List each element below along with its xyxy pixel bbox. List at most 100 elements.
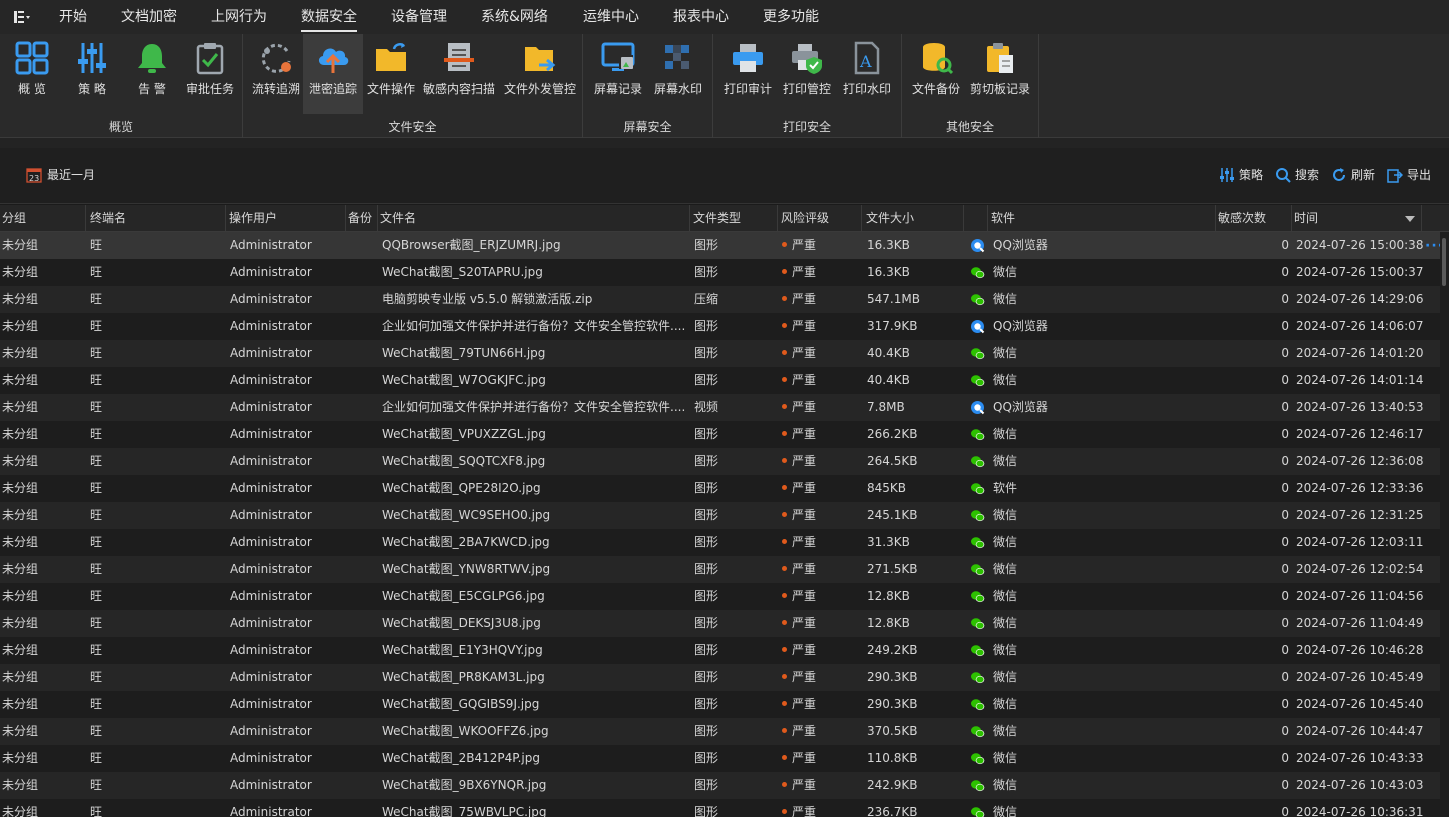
cell-sensitive-count: 0 [1281,670,1289,684]
refresh-action-button[interactable]: 刷新 [1331,166,1375,183]
menu-item[interactable]: 系统&网络 [481,0,548,34]
column-header-time[interactable]: 时间 [1292,205,1422,232]
table-row[interactable]: 未分组 旺 Administrator 电脑剪映专业版 v5.5.0 解锁激活版.zi… [0,286,1440,313]
table-row[interactable]: 未分组 旺 Administrator WeChat截图_WKOOFFZ6.jpg 图形… [0,718,1440,745]
cell-sensitive-count: 0 [1281,508,1289,522]
app-menu-button[interactable] [0,0,44,34]
column-header-filesize[interactable]: 文件大小 [862,205,964,232]
table-row[interactable]: 未分组 旺 Administrator WeChat截图_2B412P4P.jpg 图形… [0,745,1440,772]
alert-button[interactable]: 告 警 [128,34,176,114]
print-watermark-button-label: 打印水印 [842,82,891,96]
table-row[interactable]: 未分组 旺 Administrator WeChat截图_2BA7KWCD.jpg 图形… [0,529,1440,556]
cell-sensitive-count: 0 [1281,751,1289,765]
column-header-filetype[interactable]: 文件类型 [690,205,778,232]
cell-sensitive-count: 0 [1281,346,1289,360]
ribbon-group-file-security: 流转追溯 泄密追踪 文件操作 敏感内容扫描 文件外发管控 文件安全 [243,34,583,138]
table-row[interactable]: 未分组 旺 Administrator WeChat截图_E1Y3HQVY.jpg 图形… [0,637,1440,664]
column-header-sensitive-count[interactable]: 敏感次数 [1216,205,1292,232]
print-audit-button[interactable]: 打印审计 [721,34,775,114]
file-operation-button[interactable]: 文件操作 [365,34,417,114]
table-row[interactable]: 未分组 旺 Administrator WeChat截图_9BX6YNQR.jpg 图形… [0,772,1440,799]
cell-filetype: 图形 [694,454,719,468]
cell-sensitive-count: 0 [1281,238,1289,252]
column-header-group[interactable]: 分组 [0,205,86,232]
menu-item[interactable]: 报表中心 [673,0,729,34]
cell-sensitive-count: 0 [1281,697,1289,711]
cell-user: Administrator [230,697,312,711]
cell-time: 2024-07-26 10:45:40 [1296,697,1424,711]
table-row[interactable]: 未分组 旺 Administrator 企业如何加强文件保护并进行备份？文件安全管控软… [0,313,1440,340]
cell-sensitive-count: 0 [1281,562,1289,576]
column-header-backup[interactable]: 备份 [346,205,378,232]
print-control-button[interactable]: 打印管控 [779,34,835,114]
cell-time: 2024-07-26 10:43:33 [1296,751,1424,765]
table-row[interactable]: 未分组 旺 Administrator WeChat截图_DEKSJ3U8.jpg 图形… [0,610,1440,637]
table-row[interactable]: 未分组 旺 Administrator QQBrowser截图_ERJZUMRJ.jp… [0,232,1440,259]
risk-severity-dot-icon [782,377,787,382]
table-row[interactable]: 未分组 旺 Administrator WeChat截图_79TUN66H.jpg 图形… [0,340,1440,367]
clipboard-record-button[interactable]: 剪切板记录 [968,34,1032,114]
policy-button[interactable]: 策 略 [68,34,116,114]
cell-time: 2024-07-26 12:31:25 [1296,508,1424,522]
table-row[interactable]: 未分组 旺 Administrator WeChat截图_WC9SEHO0.jpg 图形… [0,502,1440,529]
policy-action-label: 策略 [1238,168,1263,182]
wechat-icon [971,726,985,738]
screen-record-button[interactable]: 屏幕记录 [591,34,645,114]
wechat-icon [971,375,985,387]
table-row[interactable]: 未分组 旺 Administrator WeChat截图_S20TAPRU.jpg 图形… [0,259,1440,286]
column-header-software[interactable]: 软件 [988,205,1216,232]
sensitive-scan-button[interactable]: 敏感内容扫描 [421,34,497,114]
table-row[interactable]: 未分组 旺 Administrator WeChat截图_E5CGLPG6.jpg 图形… [0,583,1440,610]
column-header-terminal[interactable]: 终端名 [86,205,226,232]
cell-backup [350,583,376,610]
file-backup-button[interactable]: 文件备份 [908,34,964,114]
vertical-scrollbar[interactable] [1440,232,1449,817]
table-row[interactable]: 未分组 旺 Administrator WeChat截图_PR8KAM3L.jpg 图形… [0,664,1440,691]
wechat-icon [971,645,985,657]
table-row[interactable]: 未分组 旺 Administrator 企业如何加强文件保护并进行备份？文件安全管控软… [0,394,1440,421]
file-outgoing-control-button[interactable]: 文件外发管控 [501,34,579,114]
policy-sliders-icon [78,43,106,73]
column-header-risk[interactable]: 风险评级 [778,205,862,232]
table-row[interactable]: 未分组 旺 Administrator WeChat截图_75WBVLPC.jpg 图形… [0,799,1440,817]
table-row[interactable]: 未分组 旺 Administrator WeChat截图_VPUXZZGL.jpg 图形… [0,421,1440,448]
cell-filesize: 271.5KB [867,562,918,576]
cell-filename: WeChat截图_9BX6YNQR.jpg [382,778,547,792]
overview-button[interactable]: 概 览 [8,34,56,114]
table-row[interactable]: 未分组 旺 Administrator WeChat截图_QPE28I2O.jpg 图形… [0,475,1440,502]
table-row[interactable]: 未分组 旺 Administrator WeChat截图_GQGIBS9J.jpg 图形… [0,691,1440,718]
cell-terminal: 旺 [90,346,103,360]
screen-watermark-button[interactable]: 屏幕水印 [651,34,705,114]
cell-time: 2024-07-26 14:01:14 [1296,373,1424,387]
print-watermark-button[interactable]: A 打印水印 [839,34,895,114]
screen-record-icon [601,42,635,71]
leak-trace-button[interactable]: 泄密追踪 [303,34,363,114]
ribbon-group-label: 打印安全 [782,120,831,134]
export-action-button[interactable]: 导出 [1387,166,1431,183]
menu-item[interactable]: 上网行为 [211,0,267,34]
column-header-software-icon[interactable] [964,205,988,232]
flow-trace-button[interactable]: 流转追溯 [247,34,305,114]
cell-group: 未分组 [2,400,39,414]
toolbar-actions: 策略 搜索 刷新 导出 [1219,166,1431,183]
menu-item[interactable]: 更多功能 [763,0,819,34]
date-range-filter[interactable]: 23 最近一月 [26,166,95,183]
approval-task-button[interactable]: 审批任务 [182,34,238,114]
menu-item[interactable]: 数据安全 [301,0,357,34]
table-row[interactable]: 未分组 旺 Administrator WeChat截图_SQQTCXF8.jpg 图形… [0,448,1440,475]
cell-software: 微信 [993,670,1018,684]
menu-item[interactable]: 文档加密 [121,0,177,34]
table-row[interactable]: 未分组 旺 Administrator WeChat截图_W7OGKJFC.jpg 图形… [0,367,1440,394]
column-header-filename[interactable]: 文件名 [378,205,690,232]
menu-item[interactable]: 开始 [59,0,87,34]
menu-item[interactable]: 设备管理 [391,0,447,34]
policy-action-button[interactable]: 策略 [1219,166,1263,183]
menu-item[interactable]: 运维中心 [583,0,639,34]
search-action-button[interactable]: 搜索 [1275,166,1319,183]
risk-level-text: 严重 [792,400,817,414]
scrollbar-thumb[interactable] [1442,238,1446,286]
wechat-icon [971,510,985,522]
column-header-user[interactable]: 操作用户 [226,205,346,232]
cell-backup [350,799,376,817]
table-row[interactable]: 未分组 旺 Administrator WeChat截图_YNW8RTWV.jpg 图形… [0,556,1440,583]
